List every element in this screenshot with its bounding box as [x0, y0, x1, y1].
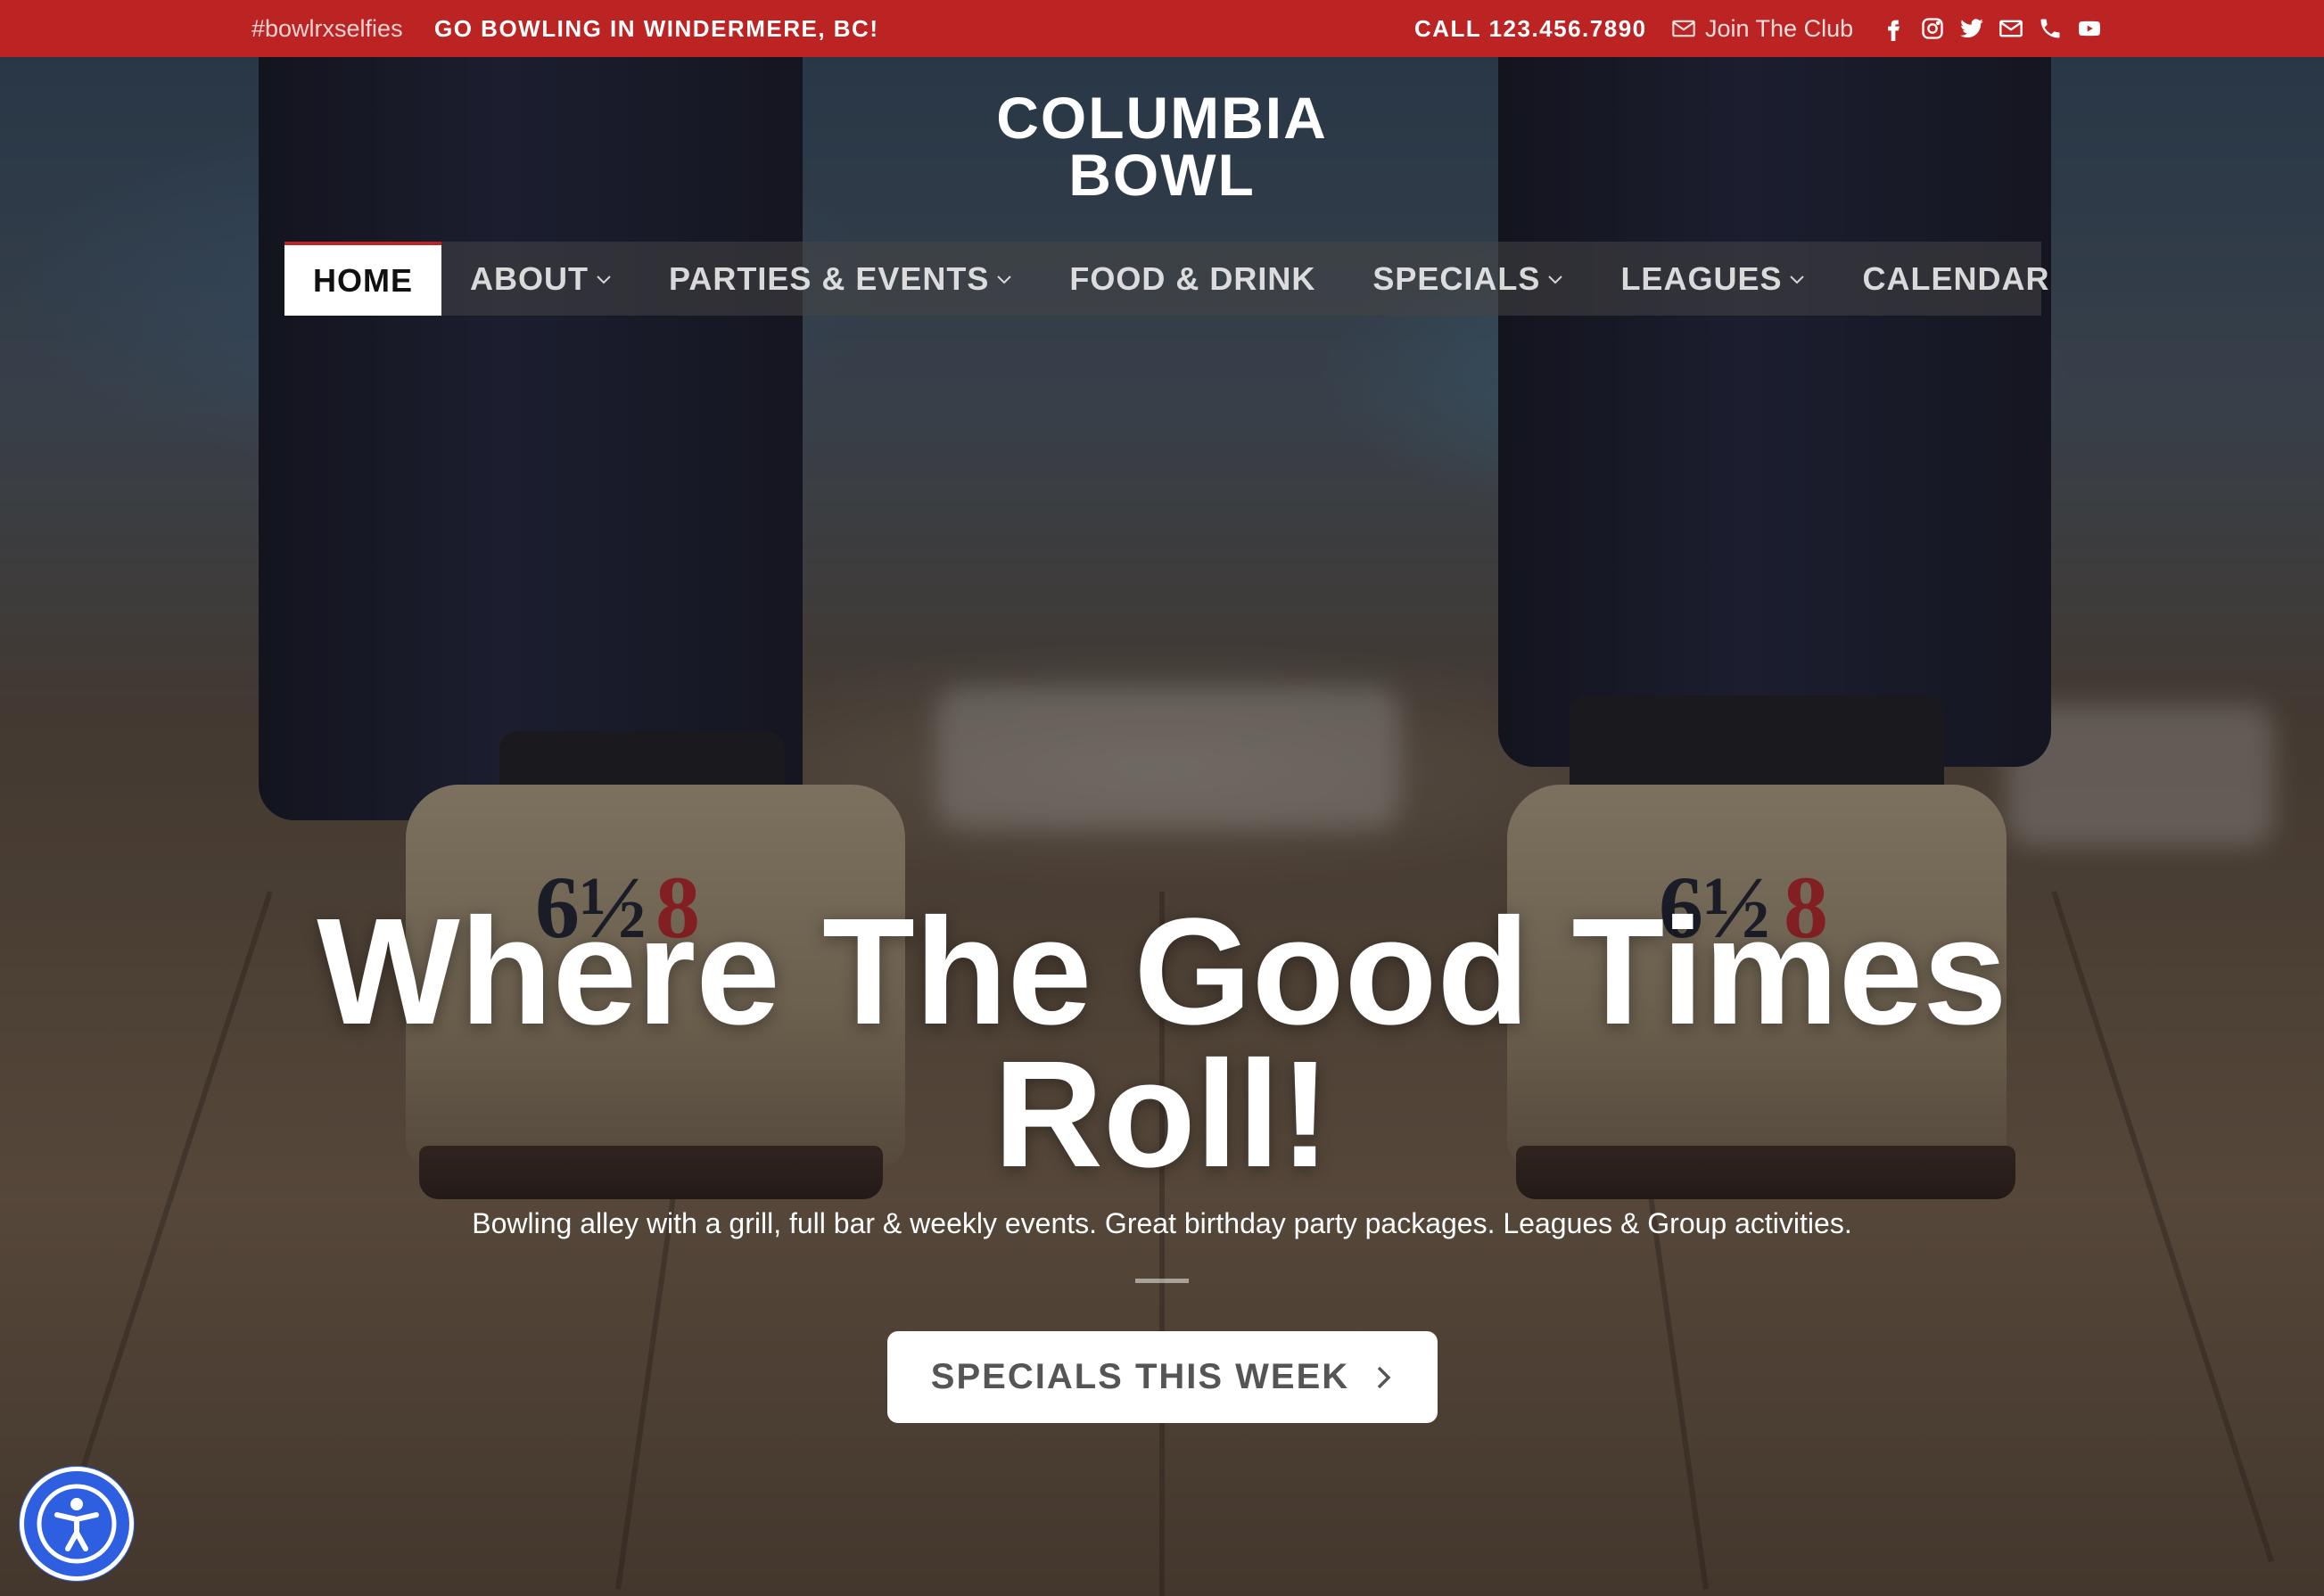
main-nav: HOME ABOUT PARTIES & EVENTS FOOD & DRINK… [284, 242, 2048, 316]
nav-item-label: SPECIALS [1372, 259, 1541, 297]
hero-headline-line-1: Where The Good Times [317, 887, 2007, 1057]
social-icons [1880, 12, 2103, 45]
logo-line-1: COLUMBIA [996, 85, 1328, 151]
chevron-right-icon [1377, 1366, 1391, 1388]
nav-item-label: PARTIES & EVENTS [669, 259, 990, 297]
email-icon[interactable] [1998, 12, 2024, 45]
accessibility-button[interactable] [20, 1467, 134, 1581]
chevron-down-icon [1790, 275, 1805, 284]
join-club-label: Join The Club [1705, 14, 1854, 42]
youtube-icon[interactable] [2076, 12, 2103, 45]
cta-label: SPECIALS THIS WEEK [930, 1357, 1350, 1396]
instagram-icon[interactable] [1919, 12, 1946, 45]
promo-text: GO BOWLING IN WINDERMERE, BC! [434, 15, 879, 42]
nav-item-specials[interactable]: SPECIALS [1344, 242, 1592, 316]
phone-link[interactable]: CALL 123.456.7890 [1414, 0, 1647, 57]
nav-item-label: LEAGUES [1620, 259, 1783, 297]
site-logo[interactable]: COLUMBIA BOWL [939, 85, 1385, 208]
specials-this-week-button[interactable]: SPECIALS THIS WEEK [887, 1331, 1438, 1423]
accessibility-icon [37, 1484, 117, 1564]
hero-headline-line-2: Roll! [993, 1030, 1331, 1199]
nav-item-home[interactable]: HOME [284, 242, 441, 316]
divider [1135, 1279, 1189, 1283]
top-bar: #bowlrxselfies GO BOWLING IN WINDERMERE,… [0, 0, 2324, 57]
nav-item-food-drink[interactable]: FOOD & DRINK [1041, 242, 1344, 316]
facebook-icon[interactable] [1880, 12, 1907, 45]
chevron-down-icon [597, 275, 611, 284]
hashtag-link[interactable]: #bowlrxselfies [251, 0, 403, 57]
hero-subtitle: Bowling alley with a grill, full bar & w… [472, 1207, 1852, 1239]
envelope-icon [1672, 20, 1695, 37]
hero-headline: Where The Good Times Roll! [270, 887, 2054, 1199]
join-club-link[interactable]: Join The Club [1671, 0, 1853, 57]
nav-item-leagues[interactable]: LEAGUES [1592, 242, 1834, 316]
nav-item-about[interactable]: ABOUT [441, 242, 640, 316]
twitter-icon[interactable] [1958, 12, 1985, 45]
logo-line-2: BOWL [1068, 142, 1256, 208]
phone-icon[interactable] [2037, 12, 2064, 45]
chevron-down-icon [997, 275, 1012, 284]
nav-item-label: HOME [313, 261, 413, 299]
nav-item-label: CALENDAR [1862, 259, 2050, 297]
nav-item-label: ABOUT [470, 259, 589, 297]
nav-item-calendar[interactable]: CALENDAR [1834, 242, 2078, 316]
chevron-down-icon [1548, 275, 1563, 284]
nav-item-label: FOOD & DRINK [1069, 259, 1316, 297]
nav-item-parties-events[interactable]: PARTIES & EVENTS [640, 242, 1041, 316]
